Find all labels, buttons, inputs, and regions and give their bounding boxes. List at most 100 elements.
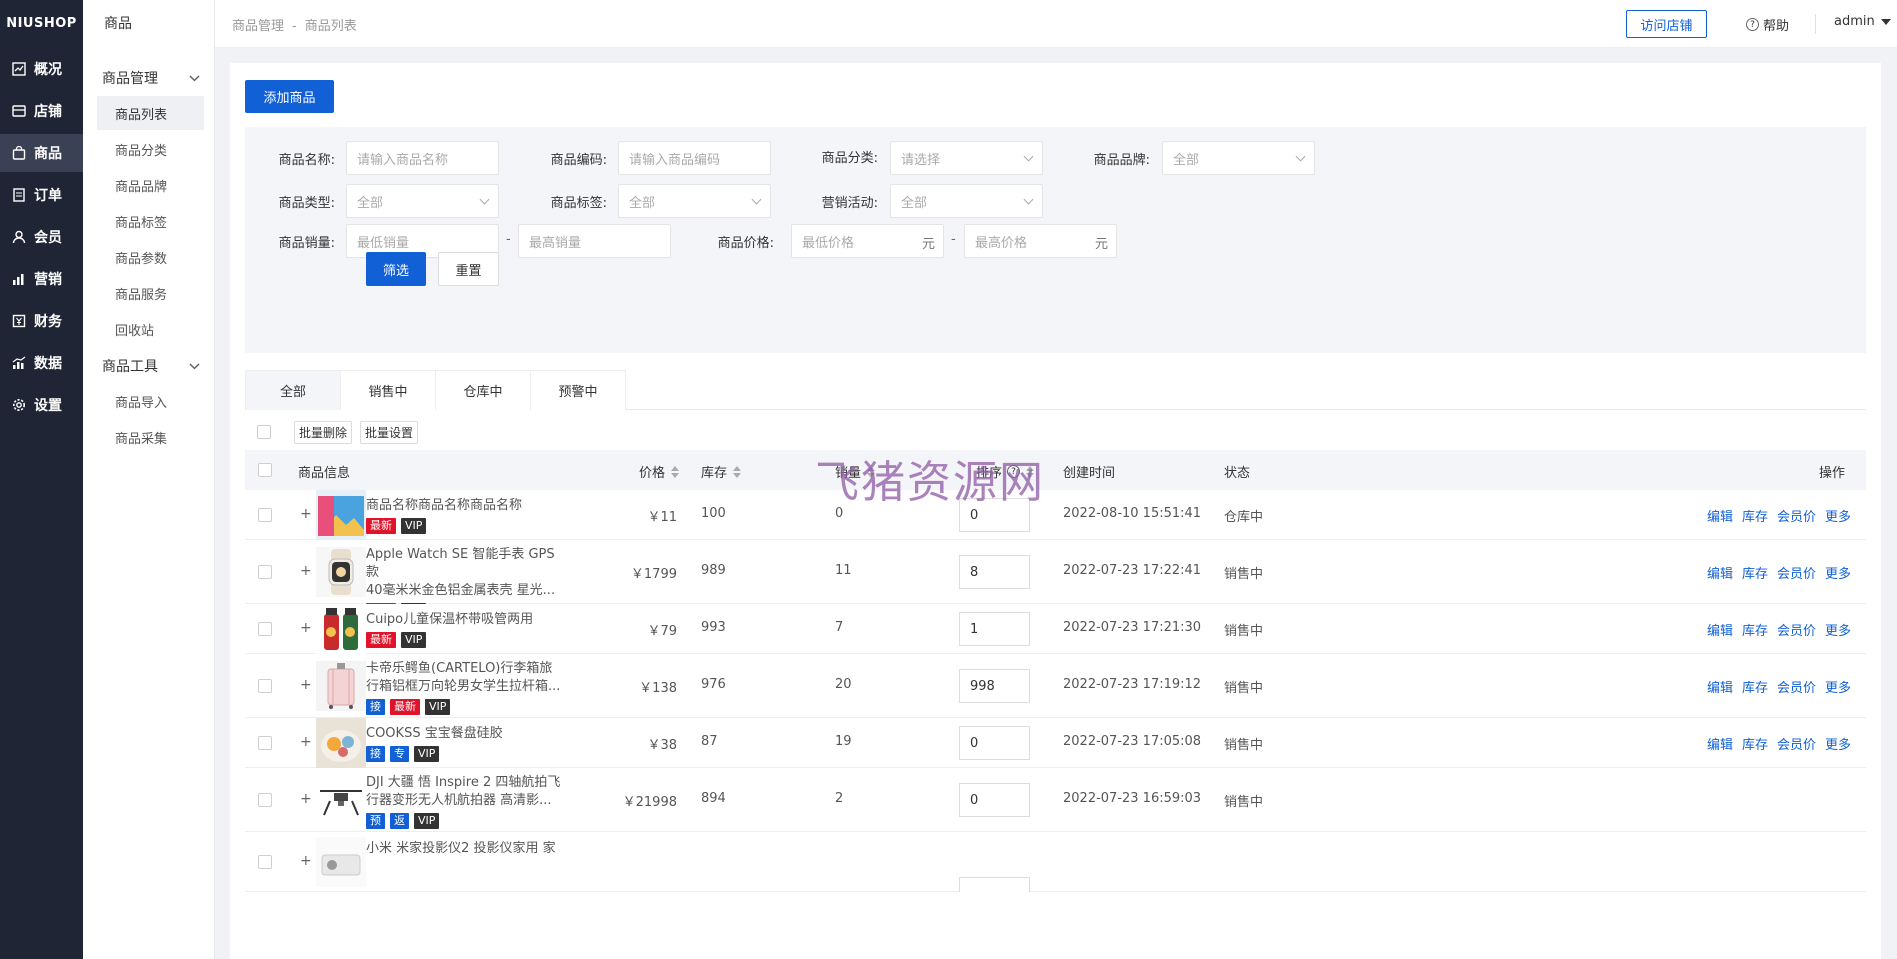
goods-name[interactable]: 商品名称商品名称商品名称 最新 VIP — [366, 497, 566, 534]
action-member-price-link[interactable]: 会员价 — [1777, 563, 1816, 582]
goods-code-input[interactable]: 请输入商品编码 — [618, 141, 771, 175]
goods-thumbnail[interactable] — [316, 661, 366, 711]
goods-brand-select[interactable]: 全部 — [1162, 141, 1315, 175]
row-checkbox[interactable] — [258, 793, 272, 807]
goods-thumbnail[interactable] — [316, 837, 366, 887]
action-more-link[interactable]: 更多 — [1825, 677, 1851, 696]
goods-name[interactable]: Cuipo儿童保温杯带吸管两用 最新 VIP — [366, 611, 566, 648]
sidebar-item-3[interactable]: 订单 — [0, 176, 83, 214]
action-more-link[interactable]: 更多 — [1825, 620, 1851, 639]
promotion-select[interactable]: 全部 — [890, 184, 1043, 218]
sidebar-item-0[interactable]: 概况 — [0, 50, 83, 88]
tab-on-sale[interactable]: 销售中 — [340, 370, 436, 410]
goods-tag-select[interactable]: 全部 — [618, 184, 771, 218]
action-member-price-link[interactable]: 会员价 — [1777, 620, 1816, 639]
action-member-price-link[interactable]: 会员价 — [1777, 734, 1816, 753]
sidebar-item-5[interactable]: 营销 — [0, 260, 83, 298]
action-member-price-link[interactable]: 会员价 — [1777, 506, 1816, 525]
submenu-item[interactable]: 商品导入 — [97, 384, 204, 418]
goods-category-select[interactable]: 请选择 — [890, 141, 1043, 175]
tab-warning[interactable]: 预警中 — [530, 370, 626, 410]
sort-input[interactable]: 8 — [959, 555, 1030, 589]
visit-store-button[interactable]: 访问店铺 — [1626, 10, 1707, 38]
row-checkbox[interactable] — [258, 508, 272, 522]
goods-name[interactable]: 小米 米家投影仪2 投影仪家用 家 — [366, 840, 566, 858]
action-edit-link[interactable]: 编辑 — [1707, 563, 1733, 582]
sidebar-item-4[interactable]: 会员 — [0, 218, 83, 256]
sort-input[interactable]: 1 — [959, 612, 1030, 646]
row-checkbox[interactable] — [258, 855, 272, 869]
sidebar-item-6[interactable]: 财务 — [0, 302, 83, 340]
expand-icon[interactable]: + — [300, 620, 312, 636]
row-checkbox[interactable] — [258, 679, 272, 693]
sort-input[interactable] — [959, 877, 1030, 892]
header-checkbox[interactable] — [258, 463, 272, 477]
submenu-item[interactable]: 商品标签 — [97, 204, 204, 238]
max-price-input[interactable]: 最高价格 元 — [964, 224, 1117, 258]
batch-delete-button[interactable]: 批量删除 — [294, 420, 353, 444]
tab-in-warehouse[interactable]: 仓库中 — [435, 370, 531, 410]
goods-name-input[interactable]: 请输入商品名称 — [346, 141, 499, 175]
action-stock-link[interactable]: 库存 — [1742, 620, 1768, 639]
goods-type-select[interactable]: 全部 — [346, 184, 499, 218]
action-stock-link[interactable]: 库存 — [1742, 506, 1768, 525]
goods-name[interactable]: COOKSS 宝宝餐盘硅胶接专 VIP — [366, 725, 566, 762]
min-price-input[interactable]: 最低价格 元 — [791, 224, 944, 258]
action-edit-link[interactable]: 编辑 — [1707, 506, 1733, 525]
submenu-item[interactable]: 商品服务 — [97, 276, 204, 310]
row-checkbox[interactable] — [258, 565, 272, 579]
action-edit-link[interactable]: 编辑 — [1707, 734, 1733, 753]
sidebar-item-8[interactable]: 设置 — [0, 386, 83, 424]
action-member-price-link[interactable]: 会员价 — [1777, 677, 1816, 696]
filter-submit-button[interactable]: 筛选 — [366, 252, 426, 286]
add-goods-button[interactable]: 添加商品 — [245, 80, 334, 113]
expand-icon[interactable]: + — [300, 734, 312, 750]
sidebar-item-2[interactable]: 商品 — [0, 134, 83, 172]
submenu-group-goods-management[interactable]: 商品管理 — [83, 60, 214, 96]
submenu-item[interactable]: 商品分类 — [97, 132, 204, 166]
submenu-item[interactable]: 回收站 — [97, 312, 204, 346]
filter-reset-button[interactable]: 重置 — [438, 252, 499, 286]
help-link[interactable]: ? 帮助 — [1746, 15, 1789, 34]
user-menu[interactable]: admin — [1834, 14, 1891, 29]
goods-thumbnail[interactable] — [316, 547, 366, 597]
goods-thumbnail[interactable] — [316, 775, 366, 825]
action-stock-link[interactable]: 库存 — [1742, 677, 1768, 696]
sort-input[interactable]: 0 — [959, 726, 1030, 760]
goods-name[interactable]: DJI 大疆 悟 Inspire 2 四轴航拍飞 行器变形无人机航拍器 高清影..… — [366, 774, 566, 829]
action-edit-link[interactable]: 编辑 — [1707, 677, 1733, 696]
goods-thumbnail[interactable] — [316, 718, 366, 768]
action-edit-link[interactable]: 编辑 — [1707, 620, 1733, 639]
expand-icon[interactable]: + — [300, 791, 312, 807]
batch-settings-button[interactable]: 批量设置 — [360, 420, 419, 444]
submenu-item[interactable]: 商品参数 — [97, 240, 204, 274]
expand-icon[interactable]: + — [300, 853, 312, 869]
action-stock-link[interactable]: 库存 — [1742, 563, 1768, 582]
goods-thumbnail[interactable] — [316, 490, 366, 540]
submenu-group-goods-tools[interactable]: 商品工具 — [83, 348, 214, 384]
max-sales-input[interactable]: 最高销量 — [518, 224, 671, 258]
row-checkbox[interactable] — [258, 622, 272, 636]
expand-icon[interactable]: + — [300, 506, 312, 522]
sort-input[interactable]: 998 — [959, 669, 1030, 703]
submenu-item[interactable]: 商品列表 — [97, 96, 204, 130]
breadcrumb-item[interactable]: 商品管理 — [232, 19, 284, 34]
expand-icon[interactable]: + — [300, 677, 312, 693]
action-more-link[interactable]: 更多 — [1825, 734, 1851, 753]
action-more-link[interactable]: 更多 — [1825, 563, 1851, 582]
submenu-item[interactable]: 商品品牌 — [97, 168, 204, 202]
action-stock-link[interactable]: 库存 — [1742, 734, 1768, 753]
goods-name[interactable]: 卡帝乐鳄鱼(CARTELO)行李箱旅 行箱铝框万向轮男女学生拉杆箱... 接最新 VI… — [366, 660, 566, 715]
sidebar-item-7[interactable]: 数据 — [0, 344, 83, 382]
col-stock[interactable]: 库存 — [701, 462, 742, 481]
expand-icon[interactable]: + — [300, 563, 312, 579]
select-all-checkbox[interactable] — [257, 425, 271, 439]
sort-input[interactable]: 0 — [959, 783, 1030, 817]
sidebar-item-1[interactable]: 店铺 — [0, 92, 83, 130]
action-more-link[interactable]: 更多 — [1825, 506, 1851, 525]
submenu-item[interactable]: 商品采集 — [97, 420, 204, 454]
goods-thumbnail[interactable] — [316, 604, 366, 654]
col-price[interactable]: 价格 — [639, 462, 680, 481]
tab-all[interactable]: 全部 — [245, 370, 341, 410]
row-checkbox[interactable] — [258, 736, 272, 750]
